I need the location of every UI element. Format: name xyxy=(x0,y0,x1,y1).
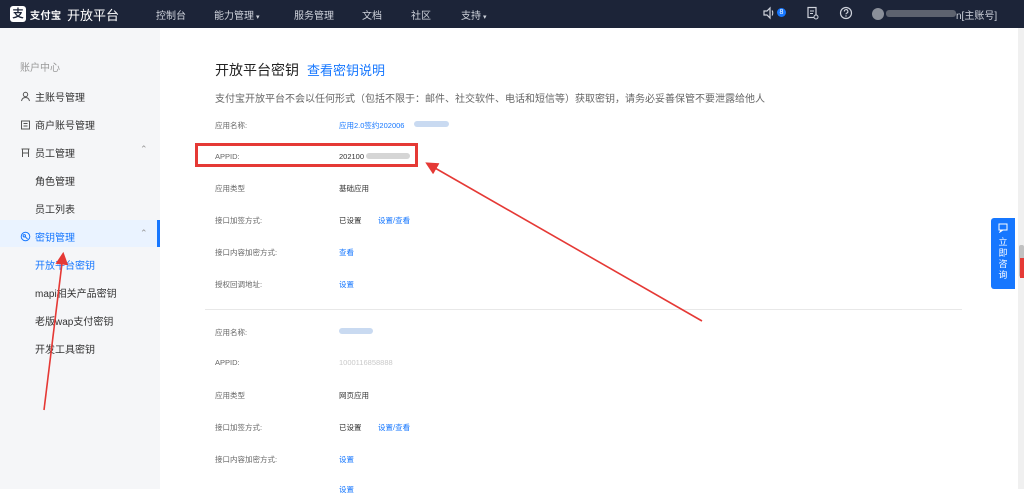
annotation-arrows xyxy=(43,162,703,411)
consult-now-button[interactable]: 立即咨询 xyxy=(991,218,1015,289)
chat-icon xyxy=(991,223,1015,235)
feedback-tab[interactable] xyxy=(1020,258,1024,278)
arrow-to-sidebar-key xyxy=(43,251,69,411)
consult-label: 立即咨询 xyxy=(998,237,1008,280)
arrow-to-appid xyxy=(425,162,703,322)
